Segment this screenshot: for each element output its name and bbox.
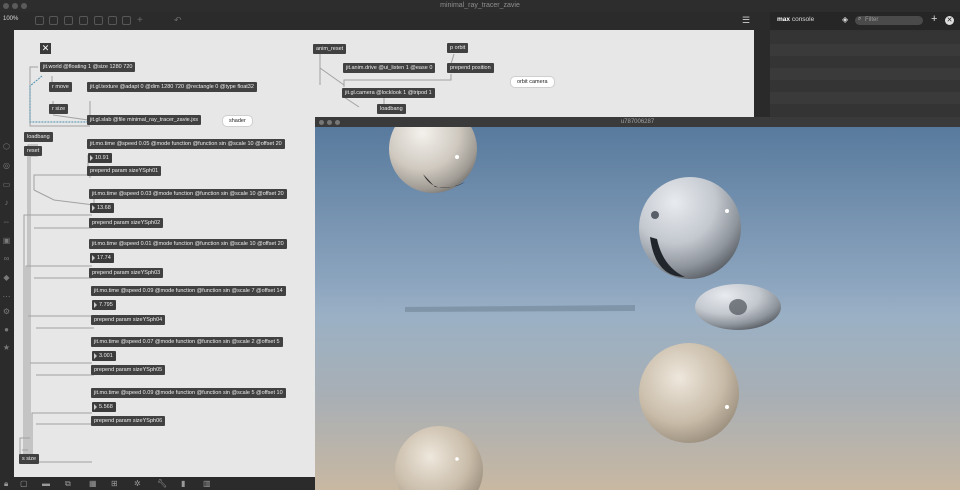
comment-icon[interactable]	[108, 16, 117, 25]
jit-gl-slab-object[interactable]: jit.gl.slab @file minimal_ray_tracer_zav…	[87, 115, 201, 125]
patcher-toolbar: 100% + ↶ ☰	[0, 12, 770, 30]
wrench-icon[interactable]: 🔧︎	[157, 478, 167, 489]
undo-icon[interactable]: ↶	[174, 16, 183, 25]
anim-reset-message[interactable]: anim_reset	[313, 44, 347, 54]
prepend-position-object[interactable]: prepend position	[447, 63, 494, 73]
r-size-object[interactable]: r size	[49, 104, 69, 114]
ray-traced-scene	[315, 127, 960, 490]
jit-gl-texture-object[interactable]: jit.gl.texture @adapt 0 @dim 1280 720 @r…	[87, 82, 257, 92]
number-box[interactable]: 10.91	[88, 153, 112, 163]
window-title: minimal_ray_tracer_zavie	[440, 2, 520, 9]
prepend-param-object[interactable]: prepend param sizeYSph05	[91, 365, 166, 375]
jit-mo-time-object[interactable]: jit.mo.time @speed 0.09 @mode function @…	[91, 388, 286, 398]
prepend-param-object[interactable]: prepend param sizeYSph04	[91, 315, 166, 325]
console-row	[770, 104, 960, 116]
music-icon[interactable]: ♪	[2, 198, 11, 207]
number-box[interactable]: 5.568	[92, 402, 116, 412]
console-row	[770, 68, 960, 80]
settings-diamond-icon[interactable]: ◈	[842, 15, 848, 24]
split-icon[interactable]: ⇔	[2, 217, 11, 226]
prepend-param-object[interactable]: prepend param sizeYSph03	[89, 268, 164, 278]
jit-world-object[interactable]: jit.world @floating 1 @size 1280 720	[40, 62, 136, 72]
console-row	[770, 92, 960, 104]
console-filter-input[interactable]: Filter	[855, 16, 923, 25]
render-window-title: u787006287	[620, 119, 655, 125]
jit-gl-camera-object[interactable]: jit.gl.camera @locklook 1 @tripod 1	[342, 88, 435, 98]
console-row	[770, 56, 960, 68]
jit-mo-time-object[interactable]: jit.mo.time @speed 0.03 @mode function @…	[89, 189, 287, 199]
console-row	[770, 80, 960, 92]
console-row	[770, 32, 960, 44]
image-icon[interactable]: ▣	[2, 236, 11, 245]
add-icon[interactable]: +	[931, 13, 937, 25]
grid-icon[interactable]	[49, 16, 58, 25]
lock-icon[interactable]	[94, 16, 103, 25]
object-icon[interactable]	[79, 16, 88, 25]
console-header: max console ◈ Filter ⌕ + ✕	[770, 12, 960, 30]
debug-icon[interactable]: ⊞	[111, 478, 118, 489]
close-patch-icon[interactable]: ✕	[40, 43, 51, 54]
rectangle-icon[interactable]: ▭	[2, 180, 11, 189]
jit-mo-time-object[interactable]: jit.mo.time @speed 0.07 @mode function @…	[91, 337, 283, 347]
star-icon[interactable]: ★	[2, 343, 11, 352]
bug-icon[interactable]: ✲	[134, 478, 141, 489]
add-icon[interactable]: +	[137, 16, 146, 26]
jit-anim-drive-object[interactable]: jit.anim.drive @ui_listen 1 @ease 0	[343, 63, 436, 73]
number-box[interactable]: 3.001	[92, 351, 116, 361]
left-sidebar: ⬡ ◎ ▭ ♪ ⇔ ▣ ∞ ◆ ⋯ ⚙ ● ★	[0, 30, 14, 477]
console-row	[770, 44, 960, 56]
s-size-object[interactable]: s size	[19, 454, 40, 464]
lock-icon[interactable]: 🔒︎	[4, 478, 8, 489]
window-titlebar: minimal_ray_tracer_zavie	[0, 0, 960, 12]
link-icon[interactable]: ∞	[2, 254, 11, 263]
console-toggle-icon[interactable]: ☰	[742, 16, 751, 25]
jit-mo-time-object[interactable]: jit.mo.time @speed 0.09 @mode function @…	[91, 286, 286, 296]
presentation-icon[interactable]	[35, 16, 44, 25]
prepend-param-object[interactable]: prepend param sizeYSph02	[89, 218, 164, 228]
loadbang-top-object[interactable]: loadbang	[377, 104, 406, 114]
bars-icon[interactable]: ▮	[181, 478, 185, 489]
number-box[interactable]: 7.795	[92, 300, 116, 310]
prepend-param-object[interactable]: prepend param sizeYSph06	[91, 416, 166, 426]
render-window-titlebar: u787006287	[315, 117, 960, 127]
message-icon[interactable]	[64, 16, 73, 25]
number-box[interactable]: 17.74	[90, 253, 114, 263]
clear-console-icon[interactable]: ✕	[945, 16, 954, 25]
settings-icon[interactable]: ⚙	[2, 307, 11, 316]
grid-view-icon[interactable]: ▦	[89, 478, 97, 489]
cube-icon[interactable]: ⬡	[2, 142, 11, 151]
presentation-mode-icon[interactable]: ▢	[20, 478, 28, 489]
search-icon: ⌕	[858, 16, 862, 22]
dots-icon[interactable]: ⋯	[2, 292, 11, 301]
p-orbit-object[interactable]: p orbit	[447, 43, 469, 53]
jit-mo-time-object[interactable]: jit.mo.time @speed 0.01 @mode function @…	[89, 239, 287, 249]
number-box[interactable]: 13.68	[90, 203, 114, 213]
shader-comment: shader	[222, 115, 253, 127]
target-icon[interactable]: ◎	[2, 161, 11, 170]
render-window[interactable]: u787006287	[315, 117, 960, 490]
clock-icon[interactable]	[122, 16, 131, 25]
package-icon[interactable]: ◆	[2, 273, 11, 282]
prepend-param-object[interactable]: prepend param sizeYSph01	[87, 166, 162, 176]
bottom-toolbar: 🔒︎ ▢ ▬ ⧉ ▦ ⊞ ✲ 🔧︎ ▮ ▥	[0, 477, 315, 490]
circle-icon[interactable]: ●	[2, 325, 11, 334]
orbit-camera-comment: orbit camera	[510, 76, 555, 88]
windows-icon[interactable]: ⧉	[65, 478, 71, 489]
jit-mo-time-object[interactable]: jit.mo.time @speed 0.05 @mode function @…	[87, 139, 285, 149]
loadbang-left-object[interactable]: loadbang	[24, 132, 53, 142]
console-title: max console	[777, 16, 815, 23]
comment-bubble-icon[interactable]: ▬	[42, 478, 50, 489]
piano-icon[interactable]: ▥	[203, 478, 211, 489]
r-move-object[interactable]: r move	[49, 82, 72, 92]
reset-message[interactable]: reset	[24, 146, 43, 156]
zoom-select[interactable]: 100%	[3, 16, 18, 22]
